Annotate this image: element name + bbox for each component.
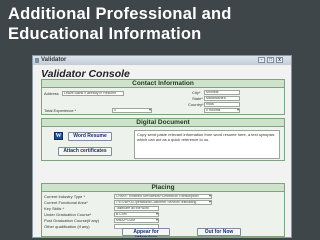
address-field[interactable]: Leave Blank if already in Resume [62, 91, 124, 96]
document-section: Digital Document W Word Resume Attach ce… [41, 118, 285, 161]
functional-area-label: Current Functional Area* [44, 200, 88, 205]
placing-header: Placing [42, 184, 284, 192]
experience-months-select[interactable]: 0 months [204, 108, 240, 113]
word-document-icon: W [54, 132, 63, 140]
validator-window: Validator - □ x Validator Console Contac… [32, 55, 292, 238]
pg-course-label: Post Graduation Course(if any) [44, 218, 100, 223]
resume-synopsis-textarea[interactable]: Copy send paste relevant information fro… [134, 130, 280, 159]
experience-label: Total Experience * [44, 108, 77, 113]
slide-title: Additional Professional and Educational … [8, 4, 278, 44]
window-titlebar[interactable]: Validator - □ x [33, 56, 291, 65]
close-button[interactable]: x [276, 57, 283, 63]
city-label: City* [192, 90, 201, 95]
placing-section: Placing Current Industry Type * CRM/IT E… [41, 183, 285, 237]
out-for-now-button[interactable]: Out for Now [197, 228, 241, 236]
experience-years-select[interactable]: 0 [112, 108, 152, 113]
pg-course-select[interactable]: MBA/PGDM [114, 218, 159, 223]
state-field[interactable]: Maharashtra [204, 96, 240, 101]
city-field[interactable]: Mumbai [204, 90, 240, 95]
key-skills-label: Key Skills * [44, 206, 65, 211]
address-label: Address [44, 91, 59, 96]
country-label: Country* [188, 102, 204, 107]
ug-course-select[interactable]: B.Com [114, 212, 159, 217]
contact-section: Contact Information Address Leave Blank … [41, 79, 285, 115]
attach-certificates-button[interactable]: Attach certificates [58, 147, 112, 156]
maximize-button[interactable]: □ [267, 57, 274, 63]
ug-course-label: Under Graduation Course* [44, 212, 92, 217]
slide-title-line2: Educational Information [8, 25, 202, 43]
key-skills-field[interactable]: Takecare all the work [114, 206, 159, 211]
word-resume-button[interactable]: Word Resume [68, 132, 112, 141]
contact-header: Contact Information [42, 80, 284, 88]
appear-for-interview-button[interactable]: Appear for interview [122, 228, 170, 237]
app-icon [35, 58, 39, 63]
country-field[interactable]: India [204, 102, 240, 107]
industry-type-select[interactable]: CRM/IT Enabled Services/BPO/Medical Tran… [114, 194, 212, 199]
window-title: Validator [41, 57, 67, 63]
functional-area-select[interactable]: ITES/BPO/Operations/Customer Service/Tel… [114, 200, 212, 205]
state-label: State* [192, 96, 203, 101]
other-qualification-label: Other qualification (if any) [44, 224, 90, 229]
minimize-button[interactable]: - [258, 57, 265, 63]
industry-type-label: Current Industry Type * [44, 194, 86, 199]
slide-title-line1: Additional Professional and [8, 5, 232, 23]
document-header: Digital Document [42, 119, 284, 127]
